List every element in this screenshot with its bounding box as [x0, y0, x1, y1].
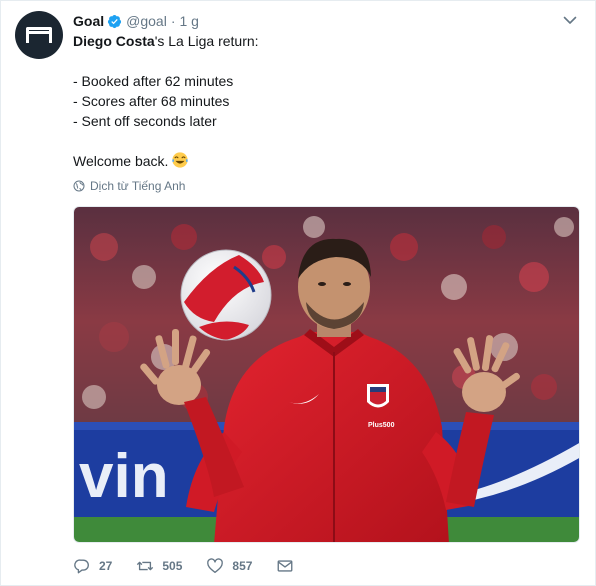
- closing-line: Welcome back.: [73, 151, 573, 171]
- bullet-line: - Scores after 68 minutes: [73, 93, 230, 109]
- retweet-button[interactable]: 505: [136, 557, 182, 575]
- laughing-tears-emoji-icon: [172, 152, 189, 168]
- closing-text: Welcome back.: [73, 153, 169, 169]
- account-name[interactable]: Goal: [73, 13, 104, 29]
- goal-logo-icon: [26, 27, 52, 43]
- tweet-card[interactable]: Goal @goal · 1 g Diego Costa's La Liga r…: [0, 0, 596, 586]
- like-button[interactable]: 857: [206, 557, 252, 575]
- tweet-timestamp[interactable]: 1 g: [179, 13, 198, 29]
- account-handle[interactable]: @goal: [126, 13, 167, 29]
- tweet-lead-line: Diego Costa's La Liga return:: [73, 31, 573, 51]
- translate-label[interactable]: Dịch từ Tiếng Anh: [90, 179, 185, 193]
- bullet-line: - Booked after 62 minutes: [73, 73, 234, 89]
- photo-image: vin Plus500: [74, 207, 579, 542]
- envelope-icon: [277, 560, 293, 572]
- translate-link[interactable]: Dịch từ Tiếng Anh: [73, 178, 185, 194]
- tweet-actions: 27 505 857: [73, 556, 326, 576]
- retweet-count: 505: [162, 559, 183, 573]
- direct-message-button[interactable]: [276, 557, 302, 575]
- retweet-icon: [137, 561, 154, 571]
- chevron-down-icon[interactable]: [562, 12, 578, 28]
- reply-icon: [74, 559, 89, 574]
- reply-count: 27: [99, 559, 113, 573]
- separator-dot: ·: [170, 13, 176, 29]
- tweet-lead-rest: 's La Liga return:: [154, 33, 259, 49]
- mention-diego-costa[interactable]: Diego Costa: [73, 33, 155, 49]
- tweet-header: Goal @goal · 1 g: [73, 11, 199, 31]
- like-count: 857: [232, 559, 253, 573]
- globe-icon: [73, 180, 85, 192]
- avatar[interactable]: [15, 11, 63, 59]
- tweet-text: Diego Costa's La Liga return: - Booked a…: [73, 31, 573, 171]
- tweet-photo[interactable]: vin Plus500: [73, 206, 580, 543]
- ad-text: vin: [79, 442, 169, 511]
- reply-button[interactable]: 27: [73, 557, 112, 575]
- verified-badge-icon: [108, 14, 122, 28]
- jersey-badge-text: Plus500: [368, 422, 395, 429]
- heart-icon: [207, 558, 224, 573]
- bullet-line: - Sent off seconds later: [73, 113, 217, 129]
